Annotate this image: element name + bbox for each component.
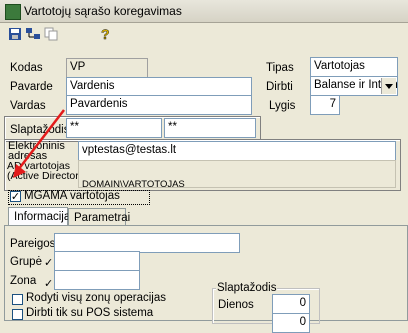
rodyti-checkbox[interactable] bbox=[12, 294, 23, 305]
pos-checkbox[interactable] bbox=[12, 309, 23, 320]
rodyti-label: Rodyti visų zonų operacijas bbox=[26, 292, 166, 304]
pareigos-label: Pareigos bbox=[10, 238, 56, 250]
tab-parametrai[interactable]: Parametrai bbox=[68, 208, 130, 226]
tab-informacija[interactable]: Informacija bbox=[8, 207, 70, 226]
dienos-field[interactable]: 0 bbox=[272, 294, 310, 314]
grupe-label: Grupė bbox=[10, 256, 42, 268]
zona-check-icon: ✓ bbox=[44, 278, 54, 290]
password-expiry-label: Slaptažodis bbox=[216, 282, 278, 294]
zona-label: Zona bbox=[10, 275, 37, 287]
grupe-field[interactable] bbox=[54, 251, 140, 271]
pos-label: Dirbti tik su POS sistema bbox=[26, 307, 154, 319]
pareigos-field[interactable] bbox=[54, 233, 240, 253]
grupe-check-icon: ✓ bbox=[44, 257, 54, 269]
dienos-field-2[interactable]: 0 bbox=[272, 313, 310, 333]
dienos-label: Dienos bbox=[218, 299, 254, 311]
zona-field[interactable] bbox=[54, 270, 140, 290]
